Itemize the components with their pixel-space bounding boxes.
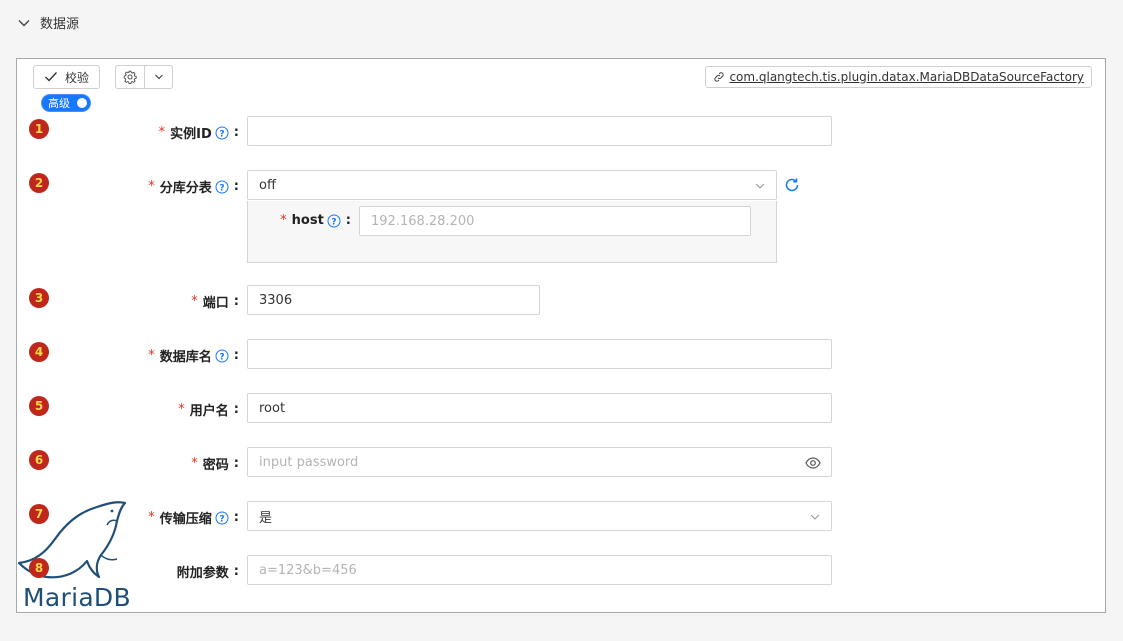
mariadb-logo-text: MariaDB xyxy=(23,583,131,612)
input-placeholder: input password xyxy=(259,454,359,470)
label-text: 用户名 xyxy=(189,404,229,419)
field-label-instance-id: * 实例ID ? : xyxy=(159,123,239,142)
required-mark: * xyxy=(148,348,155,363)
select-value: 是 xyxy=(259,510,273,526)
label-colon: : xyxy=(233,179,239,194)
label-colon: : xyxy=(233,402,239,417)
required-mark: * xyxy=(280,213,287,228)
gear-icon xyxy=(123,70,137,84)
chevron-down-icon xyxy=(810,514,820,520)
help-icon[interactable]: ? xyxy=(215,180,229,194)
field-label-extra-params: 附加参数 : xyxy=(177,562,239,581)
refresh-icon[interactable] xyxy=(784,177,800,193)
svg-text:?: ? xyxy=(219,352,224,362)
label-text: 附加参数 xyxy=(176,566,229,581)
check-icon xyxy=(44,72,57,82)
select-value: off xyxy=(259,177,276,193)
field-label-compression: * 传输压缩 ? : xyxy=(148,508,239,527)
input-placeholder: 192.168.28.200 xyxy=(371,213,475,229)
host-input[interactable]: 192.168.28.200 xyxy=(359,206,751,236)
help-icon[interactable]: ? xyxy=(327,214,341,228)
label-colon: : xyxy=(233,348,239,363)
settings-dropdown-toggle[interactable] xyxy=(145,66,172,88)
field-label-password: * 密码 : xyxy=(191,454,239,473)
label-text: 实例ID xyxy=(170,127,212,142)
label-colon: : xyxy=(233,125,239,140)
section-title: 数据源 xyxy=(40,17,80,32)
label-text: 分库分表 xyxy=(159,181,212,196)
field-number-badge: 8 xyxy=(29,558,49,578)
label-text: 密码 xyxy=(202,458,229,473)
help-icon[interactable]: ? xyxy=(215,349,229,363)
required-mark: * xyxy=(191,294,198,309)
label-colon: : xyxy=(233,456,239,471)
help-icon[interactable]: ? xyxy=(215,511,229,525)
username-input[interactable]: root xyxy=(247,393,832,423)
field-number-badge: 3 xyxy=(29,288,49,308)
help-icon[interactable]: ? xyxy=(215,126,229,140)
field-label-port: * 端口 : xyxy=(191,292,239,311)
label-colon: : xyxy=(233,564,239,579)
extra-params-input[interactable]: a=123&b=456 xyxy=(247,555,832,585)
label-text: 传输压缩 xyxy=(159,512,212,527)
field-label-host: * host ? : xyxy=(280,213,351,228)
label-text: 数据库名 xyxy=(159,350,212,365)
settings-button[interactable] xyxy=(116,66,146,88)
label-colon: : xyxy=(345,213,351,228)
input-value: root xyxy=(259,400,286,416)
label-text: 端口 xyxy=(202,296,229,311)
chevron-down-icon xyxy=(755,183,765,189)
required-mark: * xyxy=(178,402,185,417)
svg-text:?: ? xyxy=(331,217,336,227)
eye-icon[interactable] xyxy=(805,456,821,470)
advanced-toggle-label: 高级 xyxy=(48,97,70,110)
database-name-input[interactable] xyxy=(247,339,832,369)
section-header[interactable]: 数据源 xyxy=(16,13,79,32)
plugin-class-text: com.qlangtech.tis.plugin.datax.MariaDBDa… xyxy=(729,70,1084,84)
advanced-toggle[interactable]: 高级 xyxy=(41,94,91,112)
required-mark: * xyxy=(148,510,155,525)
field-label-username: * 用户名 : xyxy=(178,400,239,419)
link-icon xyxy=(714,72,725,82)
settings-dropdown-button[interactable] xyxy=(115,65,173,89)
input-value: 3306 xyxy=(259,292,293,308)
compression-select[interactable]: 是 xyxy=(247,501,832,531)
password-input[interactable]: input password xyxy=(247,447,832,477)
svg-text:?: ? xyxy=(219,514,224,524)
validate-label: 校验 xyxy=(64,70,89,85)
field-number-badge: 2 xyxy=(29,173,49,193)
field-number-badge: 5 xyxy=(29,396,49,416)
validate-button[interactable]: 校验 xyxy=(33,65,100,89)
required-mark: * xyxy=(158,125,166,140)
plugin-class-link[interactable]: com.qlangtech.tis.plugin.datax.MariaDBDa… xyxy=(705,66,1092,88)
datasource-panel: 校验 com.qlangtech.tis.plugin.datax.MariaD… xyxy=(16,58,1106,613)
field-label-sharding: * 分库分表 ? : xyxy=(148,177,239,196)
required-mark: * xyxy=(191,456,198,471)
toggle-knob xyxy=(77,98,87,108)
field-number-badge: 4 xyxy=(29,342,49,362)
sharding-select[interactable]: off xyxy=(247,170,777,200)
field-number-badge: 6 xyxy=(29,450,49,470)
required-mark: * xyxy=(148,179,155,194)
port-input[interactable]: 3306 xyxy=(247,285,540,315)
chevron-down-icon xyxy=(18,19,30,26)
field-label-database-name: * 数据库名 ? : xyxy=(148,346,239,365)
input-placeholder: a=123&b=456 xyxy=(259,562,357,578)
instance-id-input[interactable] xyxy=(247,116,832,146)
label-colon: : xyxy=(233,294,239,309)
label-colon: : xyxy=(233,510,239,525)
label-text: host xyxy=(291,213,324,228)
chevron-down-icon xyxy=(154,74,163,80)
svg-text:?: ? xyxy=(219,183,224,193)
field-number-badge: 1 xyxy=(29,119,49,139)
svg-text:?: ? xyxy=(219,129,224,139)
